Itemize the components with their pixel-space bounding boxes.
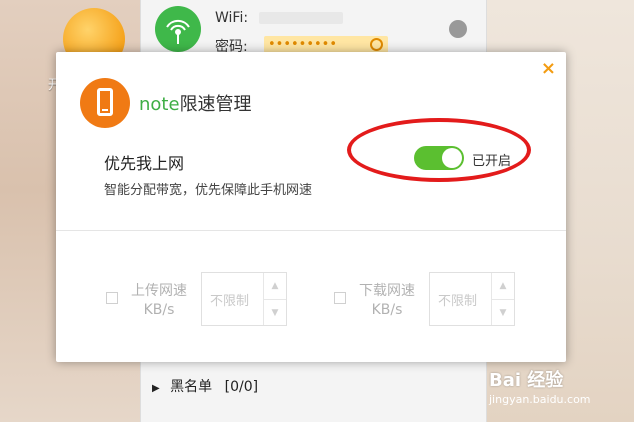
password-mask: •••••••••	[268, 37, 338, 52]
spinner-down-icon[interactable]: ▼	[264, 299, 286, 326]
ssid-mask	[259, 12, 343, 24]
priority-description: 智能分配带宽，优先保障此手机网速	[104, 183, 313, 198]
download-label: 下载网速 KB/s	[356, 282, 418, 320]
speed-limit-dialog: note限速管理 × 优先我上网 智能分配带宽，优先保障此手机网速 已开启 上传…	[56, 52, 566, 362]
download-label-line2: KB/s	[371, 302, 403, 318]
upload-label: 上传网速 KB/s	[128, 282, 190, 320]
spinner-up-icon[interactable]: ▲	[492, 273, 514, 299]
password-field[interactable]: •••••••••	[264, 36, 388, 53]
eye-icon[interactable]	[370, 38, 383, 51]
download-label-line1: 下载网速	[359, 283, 415, 299]
wifi-label: WiFi:	[215, 10, 249, 26]
dialog-title-brand: note	[139, 94, 180, 115]
blacklist-label: 黑名单	[170, 379, 213, 395]
upload-stepper[interactable]: 不限制 ▲ ▼	[201, 272, 287, 326]
wifi-icon	[155, 6, 201, 52]
spinner-down-icon[interactable]: ▼	[492, 299, 514, 326]
edit-icon[interactable]	[449, 20, 467, 38]
watermark-url: jingyan.baidu.com	[489, 393, 591, 406]
blacklist-count: [0/0]	[224, 379, 259, 395]
dialog-title: note限速管理	[139, 90, 252, 116]
divider	[56, 230, 566, 231]
download-value: 不限制	[438, 294, 478, 309]
download-stepper[interactable]: 不限制 ▲ ▼	[429, 272, 515, 326]
spinner-up-icon[interactable]: ▲	[264, 273, 286, 299]
download-checkbox[interactable]	[334, 292, 346, 304]
upload-label-line2: KB/s	[143, 302, 175, 318]
blacklist-row[interactable]: ▶ 黑名单 [0/0]	[152, 376, 258, 396]
upload-checkbox[interactable]	[106, 292, 118, 304]
priority-title: 优先我上网	[104, 154, 185, 173]
triangle-right-icon: ▶	[152, 383, 160, 394]
annotation-ellipse	[347, 118, 531, 182]
dialog-title-text: 限速管理	[179, 94, 252, 115]
upload-label-line1: 上传网速	[131, 283, 187, 299]
phone-icon	[80, 78, 130, 128]
upload-value: 不限制	[210, 294, 250, 309]
watermark-brand: Bai 经验	[489, 370, 564, 391]
close-icon[interactable]: ×	[541, 58, 556, 79]
